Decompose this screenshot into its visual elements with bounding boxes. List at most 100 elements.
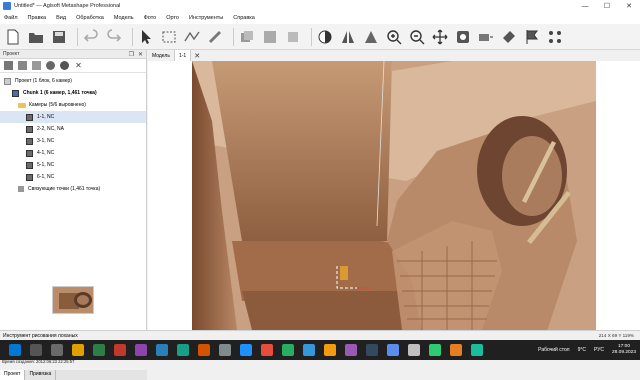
maximize-icon[interactable]: ☐ xyxy=(596,0,618,12)
tree-camera[interactable]: 1-1, NC xyxy=(0,111,146,123)
remove-icon[interactable]: ✕ xyxy=(74,61,83,70)
menu-tools[interactable]: Инструменты xyxy=(189,15,223,21)
new-icon[interactable] xyxy=(4,28,22,46)
taskview-icon[interactable] xyxy=(51,344,63,356)
tree-tie-points[interactable]: Связующие точки (1,461 точка) xyxy=(0,183,146,195)
menu-model[interactable]: Модель xyxy=(114,15,134,21)
app-icon[interactable] xyxy=(450,344,462,356)
app-icon[interactable] xyxy=(324,344,336,356)
tree-cameras-folder[interactable]: Камеры (5/6 выровнено) xyxy=(0,99,146,111)
desktop-label[interactable]: Рабочий стол xyxy=(538,347,569,353)
tree-camera[interactable]: 3-1, NC xyxy=(0,135,146,147)
panel-close-icon[interactable]: ✕ xyxy=(138,51,143,58)
tree-label: Связующие точки (1,461 точка) xyxy=(28,186,101,192)
app-icon[interactable] xyxy=(177,344,189,356)
minimize-icon[interactable]: — xyxy=(574,0,596,12)
close-icon[interactable]: ✕ xyxy=(618,0,640,12)
app-icon[interactable] xyxy=(261,344,273,356)
split-icon[interactable] xyxy=(339,28,357,46)
tree-label: 6-1, NC xyxy=(37,174,55,180)
tab-model[interactable]: Модель xyxy=(148,50,175,61)
tree-camera[interactable]: 2-2, NC, NA xyxy=(0,123,146,135)
menu-photo[interactable]: Фото xyxy=(144,15,157,21)
tree-chunk[interactable]: Chunk 1 (6 камер, 1,461 точка) xyxy=(0,87,146,99)
tree-label: 3-1, NC xyxy=(37,138,55,144)
rect-select-icon[interactable] xyxy=(160,28,178,46)
zoom-out-icon[interactable] xyxy=(408,28,426,46)
app-icon[interactable] xyxy=(93,344,105,356)
move-icon[interactable] xyxy=(431,28,449,46)
flag-icon[interactable] xyxy=(523,28,541,46)
ruler-icon[interactable] xyxy=(206,28,224,46)
photo-viewport[interactable] xyxy=(148,61,640,330)
menu-view[interactable]: Вид xyxy=(56,15,66,21)
contrast-icon[interactable] xyxy=(316,28,334,46)
tab-reference[interactable]: Привязка xyxy=(25,370,57,380)
app-icon[interactable] xyxy=(366,344,378,356)
app-icon[interactable] xyxy=(156,344,168,356)
folder-icon xyxy=(18,102,26,108)
mask-icon[interactable] xyxy=(477,28,495,46)
shape1-icon[interactable] xyxy=(238,28,256,46)
select-icon[interactable] xyxy=(137,28,155,46)
menu-file[interactable]: Файл xyxy=(4,15,18,21)
windows-taskbar: Рабочий стол 9°C РУС 17:00 28.09.2023 xyxy=(0,340,640,360)
add-chunk-icon[interactable] xyxy=(4,61,13,70)
menu-help[interactable]: Справка xyxy=(233,15,255,21)
app-icon[interactable] xyxy=(282,344,294,356)
enable-icon[interactable] xyxy=(60,61,69,70)
app-icon[interactable] xyxy=(303,344,315,356)
weather-text[interactable]: 9°C xyxy=(578,347,586,353)
shape2-icon[interactable] xyxy=(261,28,279,46)
metashape-icon[interactable] xyxy=(387,344,399,356)
status-text: Инструмент рисования лоханых xyxy=(3,332,78,339)
app-icon[interactable] xyxy=(408,344,420,356)
lang-indicator[interactable]: РУС xyxy=(594,347,604,353)
add-photos-icon[interactable] xyxy=(18,61,27,70)
tri-icon[interactable] xyxy=(362,28,380,46)
float-icon[interactable]: ❐ xyxy=(129,51,134,58)
clock[interactable]: 17:00 28.09.2023 xyxy=(612,344,636,356)
menu-ortho[interactable]: Орто xyxy=(166,15,179,21)
panel-header: Проект ❐ ✕ xyxy=(0,50,146,59)
menu-bar: Файл Правка Вид Обработка Модель Фото Ор… xyxy=(0,12,640,24)
menu-edit[interactable]: Правка xyxy=(28,15,47,21)
camera-thumb-icon xyxy=(26,173,33,181)
tree-camera[interactable]: 4-1, NC xyxy=(0,147,146,159)
zoom-in-icon[interactable] xyxy=(385,28,403,46)
add-folder-icon[interactable] xyxy=(32,61,41,70)
intelligent-scissors-icon[interactable] xyxy=(500,28,518,46)
start-icon[interactable] xyxy=(9,344,21,356)
camera-icon[interactable] xyxy=(46,61,55,70)
redo-icon[interactable] xyxy=(105,28,123,46)
polyline-icon[interactable] xyxy=(183,28,201,46)
tab-project[interactable]: Проект xyxy=(0,370,26,380)
tree-camera[interactable]: 5-1, NC xyxy=(0,159,146,171)
tree-project[interactable]: Проект (1 блок, 6 камер) xyxy=(0,75,146,87)
explorer-icon[interactable] xyxy=(72,344,84,356)
shape3-icon[interactable] xyxy=(284,28,302,46)
project-tree: Проект (1 блок, 6 камер) Chunk 1 (6 каме… xyxy=(0,73,146,195)
tree-label: Проект (1 блок, 6 камер) xyxy=(15,78,72,84)
app-icon[interactable] xyxy=(114,344,126,356)
undo-icon[interactable] xyxy=(82,28,100,46)
rotate-icon[interactable] xyxy=(454,28,472,46)
grid-icon[interactable] xyxy=(546,28,564,46)
tree-label: 1-1, NC xyxy=(37,114,55,120)
tree-label: 4-1, NC xyxy=(37,150,55,156)
app-icon[interactable] xyxy=(429,344,441,356)
app-icon[interactable] xyxy=(471,344,483,356)
camera-thumb-icon xyxy=(26,113,33,121)
app-icon[interactable] xyxy=(219,344,231,356)
tab-close-icon[interactable]: ✕ xyxy=(191,52,203,60)
search-icon[interactable] xyxy=(30,344,42,356)
app-icon[interactable] xyxy=(135,344,147,356)
app-icon[interactable] xyxy=(345,344,357,356)
app-icon[interactable] xyxy=(240,344,252,356)
tab-photo[interactable]: 1-1 xyxy=(174,50,192,61)
open-icon[interactable] xyxy=(27,28,45,46)
tree-camera[interactable]: 6-1, NC xyxy=(0,171,146,183)
menu-workflow[interactable]: Обработка xyxy=(76,15,104,21)
save-icon[interactable] xyxy=(50,28,68,46)
app-icon[interactable] xyxy=(198,344,210,356)
